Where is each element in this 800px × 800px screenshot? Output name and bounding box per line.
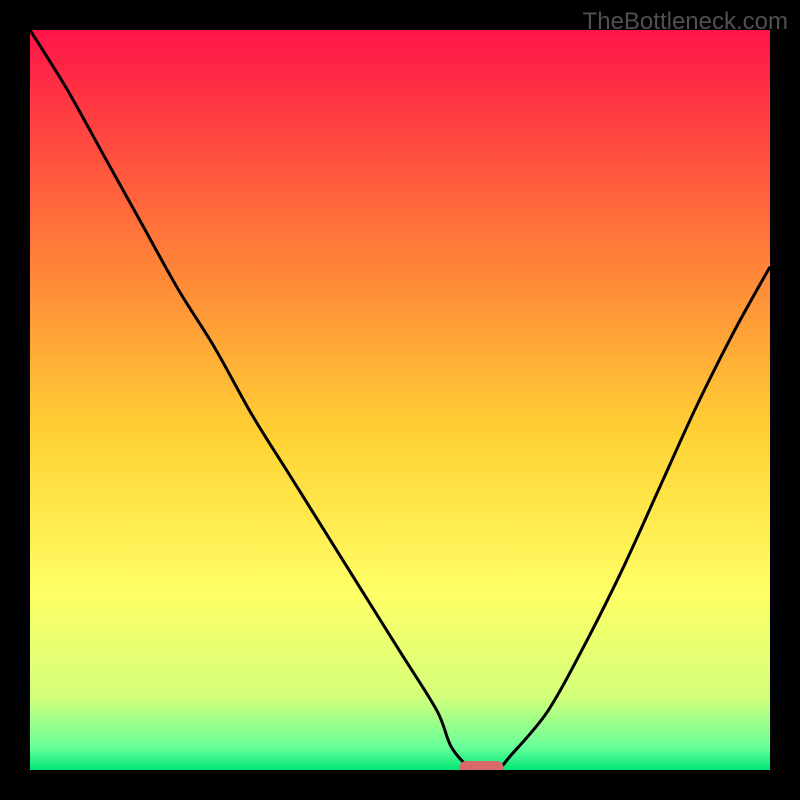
- plot-area: [30, 30, 770, 770]
- optimal-marker: [459, 761, 503, 770]
- chart-svg: [30, 30, 770, 770]
- watermark-text: TheBottleneck.com: [583, 8, 788, 36]
- gradient-background: [30, 30, 770, 770]
- chart-container: TheBottleneck.com: [0, 0, 800, 800]
